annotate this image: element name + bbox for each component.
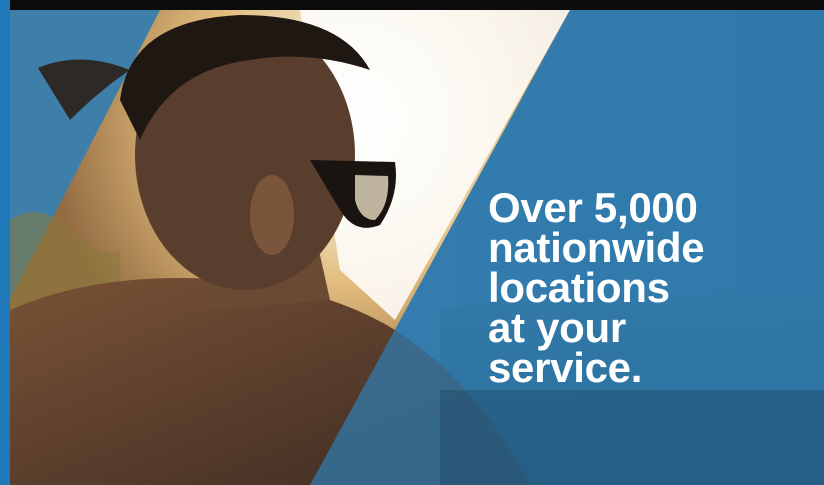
promo-banner[interactable]: Over 5,000 nationwide locations at your … <box>10 10 824 485</box>
headline-line-3: locations <box>488 264 670 311</box>
headline-line-2: nationwide <box>488 224 705 271</box>
headline-line-4: at your <box>488 304 626 351</box>
ad-frame: Over 5,000 nationwide locations at your … <box>0 0 824 485</box>
headline-line-5: service. <box>488 344 643 391</box>
headline-line-1: Over 5,000 <box>488 184 698 231</box>
accent-bar <box>0 0 10 485</box>
headline: Over 5,000 nationwide locations at your … <box>488 184 808 391</box>
